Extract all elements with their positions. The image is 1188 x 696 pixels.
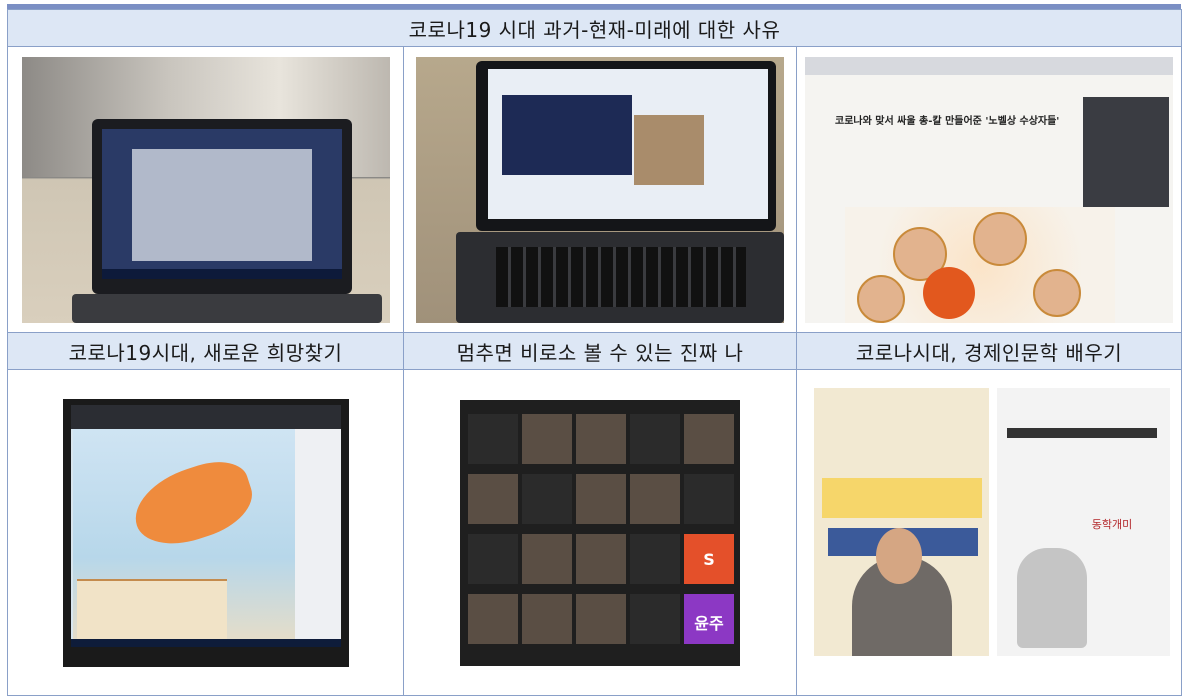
caption-true-self: 멈추면 비로소 볼 수 있는 진짜 나 [403, 332, 797, 370]
table-title: 코로나19 시대 과거-현재-미래에 대한 사유 [6, 9, 1183, 47]
zoom-tile-yunju: 윤주 [684, 593, 734, 644]
laptop-chat-photo [416, 56, 784, 323]
slide-keyword: 동학개미 [1091, 518, 1133, 531]
photo-cell-slides: 동학개미 [795, 369, 1183, 696]
lecture-slide-photo [814, 388, 989, 656]
zoom-tile-s: S [684, 533, 734, 584]
news-screen-photo: 코로나와 맞서 싸울 총-칼 만들어준 '노벨상 수상자들' [805, 56, 1173, 323]
virus-icon [923, 266, 975, 319]
economics-slide-photo: 동학개미 [997, 388, 1170, 656]
photo-cell-news-screen: 코로나와 맞서 싸울 총-칼 만들어준 '노벨상 수상자들' [795, 46, 1183, 333]
document-page: 코로나19 시대 과거-현재-미래에 대한 사유 코로나와 맞서 싸울 총-칼 … [0, 0, 1188, 696]
photo-cell-painting [7, 369, 404, 696]
photo-cell-laptop-article [7, 46, 404, 333]
caption-hope: 코로나19시대, 새로운 희망찾기 [7, 332, 404, 370]
photo-table: 코로나19 시대 과거-현재-미래에 대한 사유 코로나와 맞서 싸울 총-칼 … [6, 9, 1183, 696]
photo-cell-zoom: S 윤주 [403, 369, 797, 696]
caption-economics: 코로나시대, 경제인문학 배우기 [795, 332, 1183, 370]
photo-cell-laptop-chat [403, 46, 797, 333]
painting-monitor-photo [62, 398, 349, 667]
news-headline: 코로나와 맞서 싸울 총-칼 만들어준 '노벨상 수상자들' [835, 115, 1060, 127]
zoom-grid-photo: S 윤주 [460, 399, 740, 666]
laptop-article-photo [21, 56, 390, 323]
